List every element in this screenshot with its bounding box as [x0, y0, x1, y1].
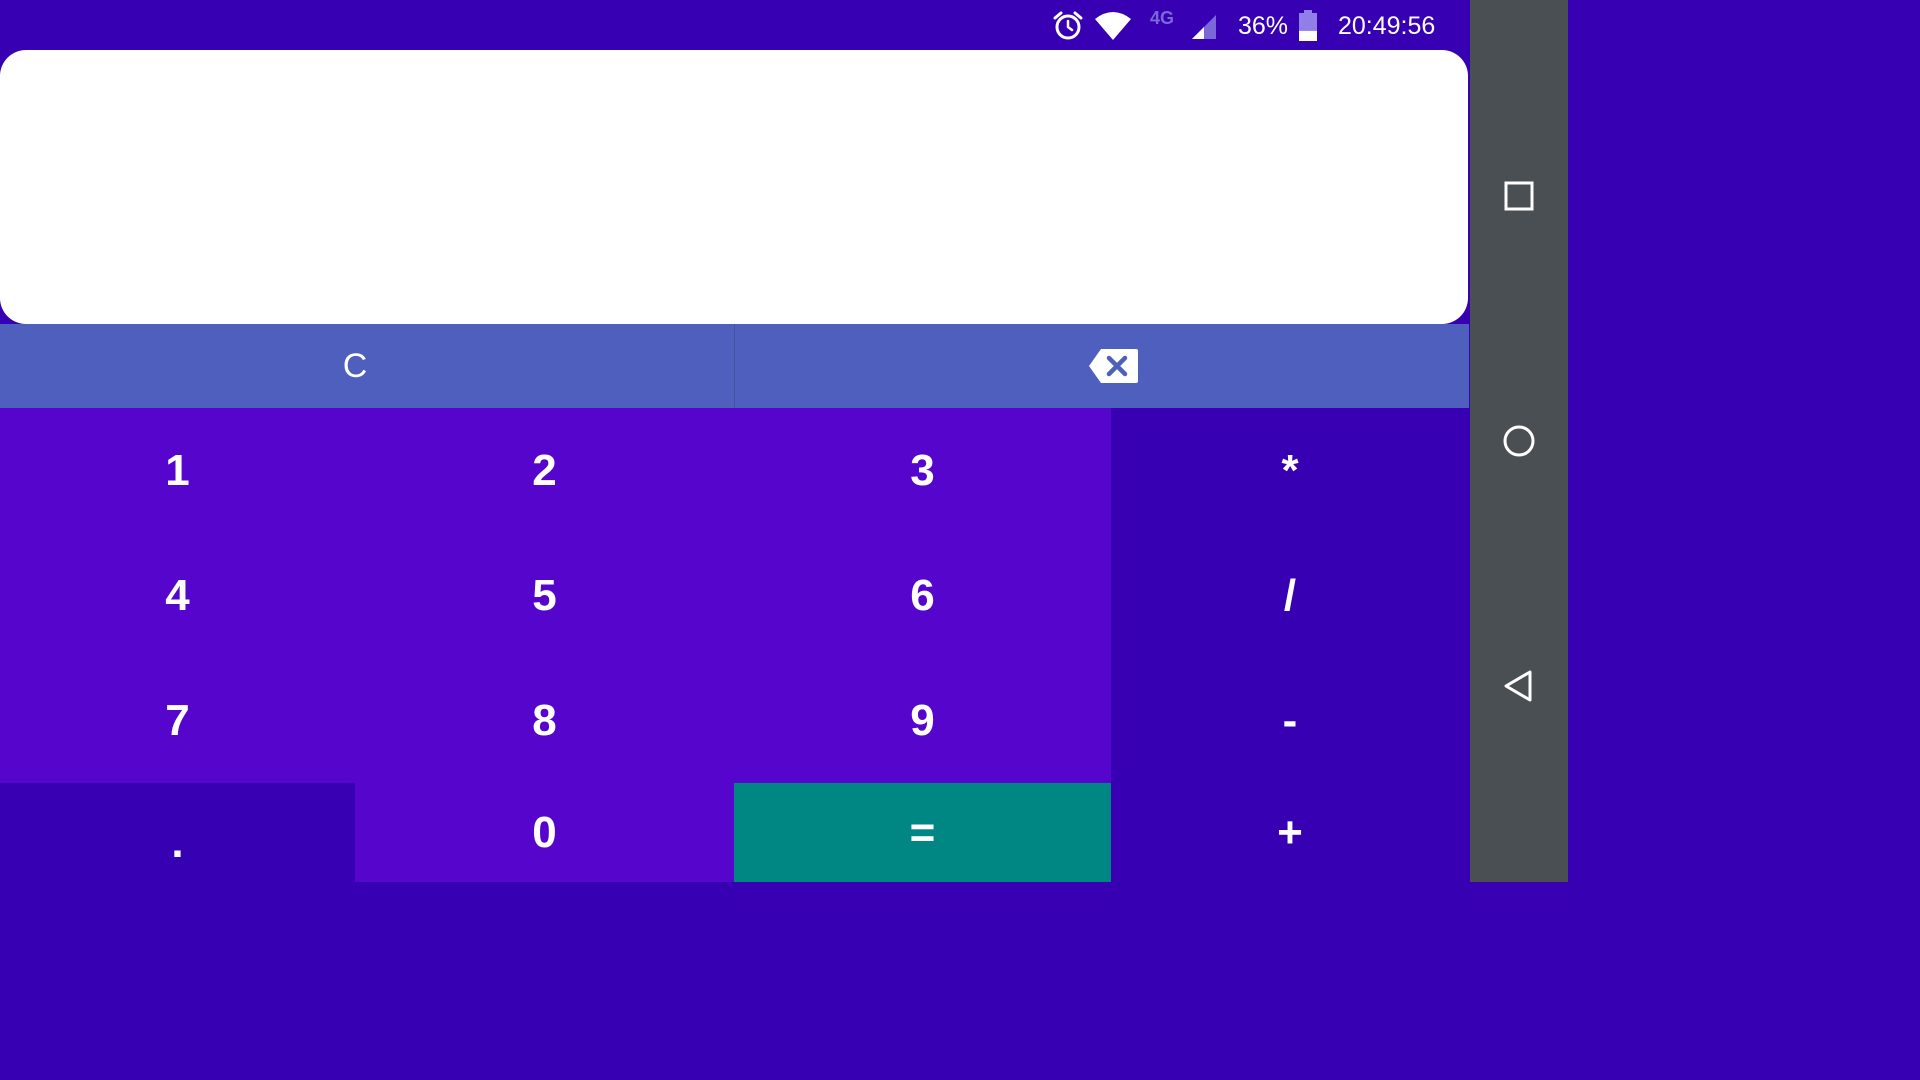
key-multiply[interactable]: * — [1111, 408, 1469, 533]
key-3-label: 3 — [910, 445, 935, 495]
key-minus-label: - — [1282, 695, 1298, 745]
triangle-back-icon — [1500, 670, 1538, 709]
key-divide[interactable]: / — [1111, 533, 1469, 658]
backspace-icon — [1087, 347, 1139, 385]
key-plus-label: + — [1277, 807, 1303, 857]
back-button[interactable] — [1500, 667, 1538, 705]
key-plus[interactable]: + — [1111, 783, 1469, 882]
key-1-label: 1 — [165, 445, 190, 495]
key-multiply-label: * — [1281, 445, 1299, 495]
key-2-label: 2 — [532, 445, 557, 495]
key-0-label: 0 — [532, 807, 557, 857]
key-decimal-label: . — [171, 817, 184, 867]
alarm-icon — [1052, 10, 1084, 47]
key-0[interactable]: 0 — [355, 783, 734, 882]
battery-icon — [1298, 10, 1318, 47]
navigation-bar — [1470, 0, 1568, 882]
key-4-label: 4 — [165, 570, 190, 620]
key-equals-label: = — [909, 807, 936, 857]
battery-percent: 36% — [1238, 12, 1289, 40]
key-9[interactable]: 9 — [734, 658, 1111, 783]
circle-icon — [1500, 425, 1538, 464]
calculator-display — [0, 50, 1468, 324]
key-minus[interactable]: - — [1111, 658, 1469, 783]
key-6[interactable]: 6 — [734, 533, 1111, 658]
function-row: C — [0, 324, 1469, 408]
key-3[interactable]: 3 — [734, 408, 1111, 533]
key-7-label: 7 — [165, 695, 190, 745]
key-equals[interactable]: = — [734, 783, 1111, 882]
backspace-button[interactable] — [735, 324, 1469, 408]
key-1[interactable]: 1 — [0, 408, 355, 533]
square-icon — [1500, 181, 1538, 219]
status-bar: 4G 36% 20:49:56 — [0, 0, 1470, 50]
key-8-label: 8 — [532, 695, 557, 745]
key-5[interactable]: 5 — [355, 533, 734, 658]
clear-button-label: C — [342, 346, 368, 385]
key-8[interactable]: 8 — [355, 658, 734, 783]
key-divide-label: / — [1283, 570, 1297, 620]
network-type-label: 4G — [1150, 8, 1175, 28]
home-button[interactable] — [1500, 422, 1538, 460]
key-7[interactable]: 7 — [0, 658, 355, 783]
key-decimal[interactable]: . — [0, 783, 355, 882]
signal-icon — [1190, 12, 1218, 45]
clear-button[interactable]: C — [0, 324, 710, 408]
key-5-label: 5 — [532, 570, 557, 620]
recents-button[interactable] — [1500, 177, 1538, 215]
wifi-icon — [1094, 11, 1132, 46]
key-6-label: 6 — [910, 570, 935, 620]
key-9-label: 9 — [910, 695, 935, 745]
key-4[interactable]: 4 — [0, 533, 355, 658]
clock: 20:49:56 — [1338, 12, 1436, 40]
key-2[interactable]: 2 — [355, 408, 734, 533]
